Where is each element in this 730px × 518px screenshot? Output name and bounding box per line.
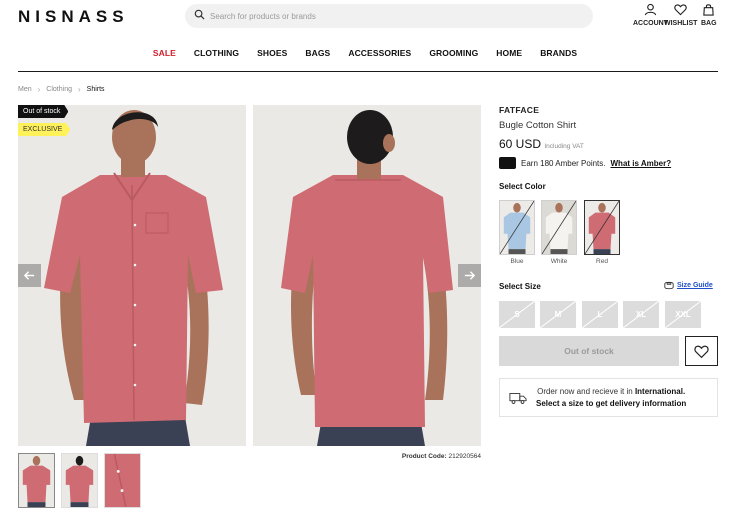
size-option-xxl[interactable]: XXL <box>665 301 701 328</box>
chevron-right-icon: › <box>77 85 81 94</box>
arrow-left-icon <box>23 271 35 280</box>
nav-item-sale[interactable]: SALE <box>144 48 185 58</box>
nav-item-shoes[interactable]: SHOES <box>248 48 296 58</box>
price-value: 60 USD <box>499 137 542 151</box>
breadcrumb-shirts: Shirts <box>86 86 105 93</box>
nav-item-bags[interactable]: BAGS <box>296 48 339 58</box>
bag-label: BAG <box>701 20 717 27</box>
truck-icon <box>509 392 527 404</box>
heart-icon <box>694 345 709 358</box>
color-swatch-blue[interactable] <box>499 200 535 255</box>
color-name-white: White <box>550 258 568 265</box>
heart-icon <box>674 4 687 16</box>
search-bar[interactable] <box>185 4 593 28</box>
breadcrumb: Men › Clothing › Shirts <box>18 85 105 94</box>
product-code: Product Code: 212920564 <box>360 453 481 460</box>
gallery-next-button[interactable] <box>458 264 481 287</box>
delivery-info: Order now and recieve it in Internationa… <box>499 378 718 417</box>
account-icon <box>644 3 657 16</box>
product-name: Bugle Cotton Shirt <box>499 120 577 131</box>
search-icon <box>194 7 205 25</box>
size-guide-label: Size Guide <box>677 282 713 289</box>
size-option-l[interactable]: L <box>582 301 618 328</box>
price: 60 USD Including VAT <box>499 137 584 151</box>
wishlist-link[interactable]: WISHLIST <box>664 3 697 27</box>
product-code-value: 212920564 <box>448 453 481 460</box>
delivery-destination: International. <box>634 386 686 396</box>
nav-item-home[interactable]: HOME <box>487 48 531 58</box>
site-logo[interactable]: NISNASS <box>18 7 129 27</box>
add-to-wishlist-button[interactable] <box>685 336 718 366</box>
thumbnail-front[interactable] <box>18 453 55 508</box>
exclusive-tag: EXCLUSIVE <box>18 123 71 136</box>
breadcrumb-clothing[interactable]: Clothing <box>46 86 72 93</box>
chevron-right-icon: › <box>37 85 41 94</box>
wishlist-label: WISHLIST <box>664 20 698 27</box>
color-name-blue: Blue <box>510 258 524 265</box>
nav-item-accessories[interactable]: ACCESSORIES <box>339 48 420 58</box>
size-option-m[interactable]: M <box>540 301 576 328</box>
size-option-xl[interactable]: XL <box>623 301 659 328</box>
thumbnail-back[interactable] <box>61 453 98 508</box>
out-of-stock-button[interactable]: Out of stock <box>499 336 679 366</box>
bag-link[interactable]: BAG <box>701 3 717 27</box>
arrow-right-icon <box>464 271 476 280</box>
delivery-prefix: Order now and recieve it in <box>537 386 633 396</box>
ruler-icon <box>664 281 674 290</box>
product-image-back[interactable] <box>253 105 481 446</box>
vat-note: Including VAT <box>544 143 584 150</box>
select-color-label: Select Color <box>499 182 546 191</box>
main-nav: SALE CLOTHING SHOES BAGS ACCESSORIES GRO… <box>0 48 730 58</box>
nav-item-grooming[interactable]: GROOMING <box>420 48 487 58</box>
color-name-red: Red <box>596 258 608 265</box>
select-size-label: Select Size <box>499 282 541 291</box>
nav-divider <box>18 71 718 72</box>
account-label: ACCOUNT <box>633 20 668 27</box>
out-of-stock-tag: Out of stock <box>18 105 69 118</box>
product-code-label: Product Code: <box>401 453 447 460</box>
size-option-s[interactable]: S <box>499 301 535 328</box>
size-guide-link[interactable]: Size Guide <box>664 281 713 290</box>
nav-item-clothing[interactable]: CLOTHING <box>185 48 248 58</box>
breadcrumb-men[interactable]: Men <box>18 86 32 93</box>
bag-icon <box>703 4 715 16</box>
thumbnail-detail[interactable] <box>104 453 141 508</box>
delivery-size-note: Select a size to get delivery informatio… <box>536 398 687 408</box>
brand-name[interactable]: FATFACE <box>499 105 539 115</box>
gallery-prev-button[interactable] <box>18 264 41 287</box>
amber-points: Earn 180 Amber Points. What is Amber? <box>499 157 671 169</box>
search-input[interactable] <box>210 11 570 21</box>
card-icon <box>499 157 516 169</box>
color-swatch-red[interactable] <box>584 200 620 255</box>
product-image-front[interactable] <box>18 105 246 446</box>
color-swatch-white[interactable] <box>541 200 577 255</box>
amber-link[interactable]: What is Amber? <box>611 159 672 168</box>
amber-text: Earn 180 Amber Points. <box>521 158 606 168</box>
account-link[interactable]: ACCOUNT <box>633 3 668 27</box>
nav-item-brands[interactable]: BRANDS <box>531 48 586 58</box>
